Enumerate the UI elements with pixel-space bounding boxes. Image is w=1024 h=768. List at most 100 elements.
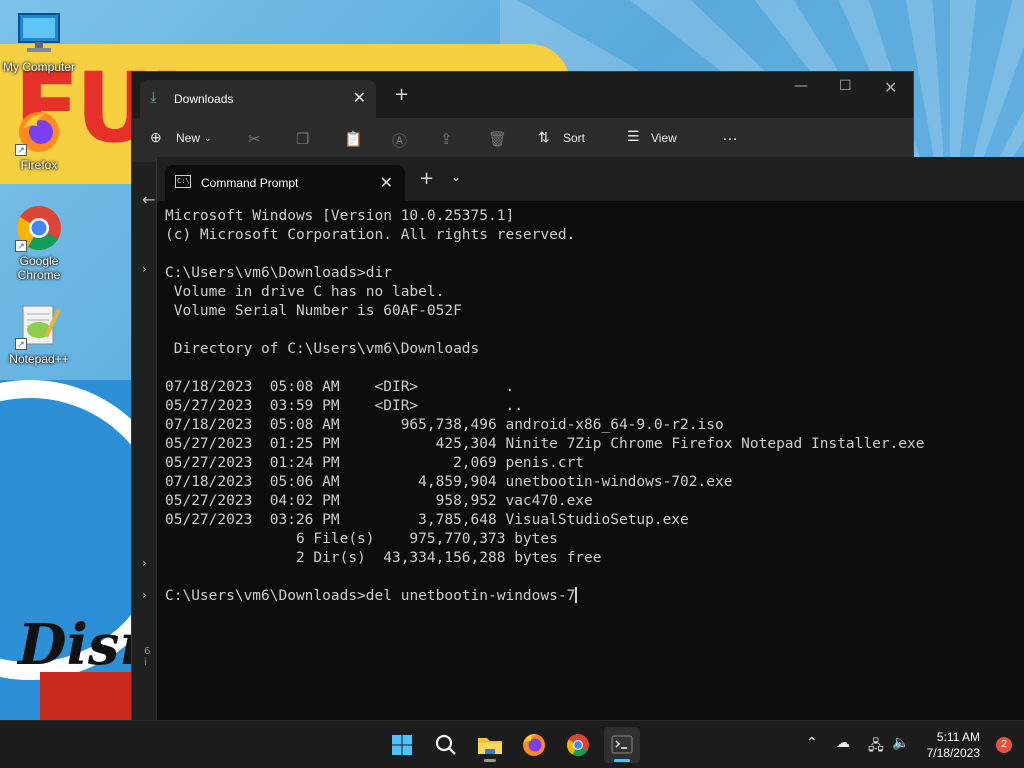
firefox-icon	[523, 734, 545, 756]
network-icon[interactable]: 🖧	[868, 735, 884, 759]
minimize-button[interactable]: —	[794, 78, 808, 94]
desktop-icon-chrome[interactable]: ↗ Google Chrome	[1, 204, 77, 282]
explorer-tab-bar: ⤓ Downloads ✕ + — ☐ ✕	[132, 72, 913, 118]
cut-icon[interactable]: ✂	[248, 130, 261, 148]
back-arrow-icon[interactable]: ←	[142, 190, 155, 209]
terminal-line: Microsoft Windows [Version 10.0.25375.1]	[165, 208, 515, 224]
view-icon: ☰	[627, 128, 640, 144]
taskbar-file-explorer[interactable]	[472, 727, 508, 763]
shortcut-arrow-icon: ↗	[15, 240, 27, 252]
terminal-input-line[interactable]: C:\Users\vm6\Downloads>del unetbootin-wi…	[165, 587, 1024, 606]
terminal-tab-bar: C:\ Command Prompt ✕ + ⌄	[157, 157, 1024, 201]
chevron-down-icon[interactable]: ⌄	[451, 170, 461, 184]
paste-icon[interactable]: 📋	[344, 130, 363, 148]
chevron-up-icon[interactable]: ⌃	[806, 735, 818, 751]
chrome-icon: ↗	[15, 204, 63, 252]
close-icon[interactable]: ✕	[353, 88, 366, 108]
running-indicator	[484, 759, 496, 762]
new-tab-button[interactable]: +	[419, 168, 434, 189]
terminal-window: C:\ Command Prompt ✕ + ⌄ Microsoft Windo…	[156, 157, 1024, 720]
share-icon[interactable]: ⇪	[440, 130, 453, 148]
download-icon: ⤓	[150, 89, 157, 106]
terminal-line: 07/18/2023 05:08 AM 965,738,496 android-…	[165, 417, 724, 433]
clock-date: 7/18/2023	[926, 746, 980, 760]
rename-icon[interactable]: Ⓐ	[392, 130, 407, 151]
terminal-tab-command-prompt[interactable]: C:\ Command Prompt ✕	[165, 165, 405, 201]
more-options-button[interactable]: …	[722, 127, 738, 145]
delete-icon[interactable]: 🗑	[488, 130, 507, 148]
terminal-line: Directory of C:\Users\vm6\Downloads	[165, 341, 480, 357]
windows-icon	[392, 735, 412, 755]
terminal-icon	[611, 735, 633, 754]
folder-icon	[478, 738, 502, 754]
terminal-line: C:\Users\vm6\Downloads>dir	[165, 265, 392, 281]
chevron-right-icon[interactable]: ›	[142, 588, 147, 602]
terminal-line: 05/27/2023 03:59 PM <DIR> ..	[165, 398, 523, 414]
close-icon[interactable]: ✕	[380, 173, 393, 193]
desktop-icon-label: Google Chrome	[17, 254, 61, 282]
search-icon	[435, 734, 456, 755]
terminal-line: 07/18/2023 05:08 AM <DIR> .	[165, 379, 515, 395]
explorer-tab-downloads[interactable]: ⤓ Downloads ✕	[140, 80, 376, 118]
chrome-icon	[567, 734, 589, 756]
terminal-line: 05/27/2023 04:02 PM 958,952 vac470.exe	[165, 493, 593, 509]
terminal-line: (c) Microsoft Corporation. All rights re…	[165, 227, 576, 243]
shortcut-arrow-icon: ↗	[15, 144, 27, 156]
terminal-line: 2 Dir(s) 43,334,156,288 bytes free	[165, 550, 602, 566]
clock-time: 5:11 AM	[936, 730, 980, 744]
desktop-icon-notepadpp[interactable]: ↗ Notepad++	[1, 302, 77, 366]
terminal-line: 05/27/2023 01:25 PM 425,304 Ninite 7Zip …	[165, 436, 925, 452]
volume-icon[interactable]: 🔈	[892, 735, 909, 751]
terminal-line: Volume in drive C has no label.	[165, 284, 445, 300]
desktop-icon-label: My Computer	[2, 60, 76, 74]
explorer-nav-pane: ← › › › 6 i	[132, 162, 156, 720]
explorer-tab-title: Downloads	[174, 92, 234, 106]
taskbar-clock[interactable]: 5:11 AM 7/18/2023	[927, 729, 980, 761]
status-fragment: 6 i	[144, 646, 151, 668]
chevron-right-icon[interactable]: ›	[142, 556, 147, 570]
plus-circle-icon: ⊕	[150, 129, 162, 145]
sort-button[interactable]: Sort	[563, 131, 585, 145]
maximize-button[interactable]: ☐	[839, 78, 852, 94]
desktop-icon-label: Notepad++	[9, 352, 69, 366]
terminal-line: Volume Serial Number is 60AF-052F	[165, 303, 462, 319]
desktop-icon-my-computer[interactable]: My Computer	[1, 10, 77, 74]
sort-icon: ⇅	[538, 129, 550, 145]
text-cursor	[575, 587, 578, 603]
monitor-icon	[15, 10, 63, 58]
active-indicator	[614, 759, 630, 762]
terminal-line: 05/27/2023 01:24 PM 2,069 penis.crt	[165, 455, 585, 471]
search-button[interactable]	[428, 727, 464, 763]
notification-badge[interactable]: 2	[996, 737, 1012, 753]
shortcut-arrow-icon: ↗	[15, 338, 27, 350]
start-button[interactable]	[384, 727, 420, 763]
firefox-icon: ↗	[15, 108, 63, 156]
terminal-output[interactable]: Microsoft Windows [Version 10.0.25375.1]…	[165, 207, 1024, 720]
chevron-down-icon: ⌄	[204, 133, 212, 143]
taskbar-chrome[interactable]	[560, 727, 596, 763]
terminal-current-input[interactable]: del unetbootin-windows-7	[366, 588, 576, 604]
terminal-line: 07/18/2023 05:06 AM 4,859,904 unetbootin…	[165, 474, 733, 490]
terminal-lines: Microsoft Windows [Version 10.0.25375.1]…	[165, 207, 1024, 587]
new-button[interactable]: New	[176, 131, 200, 145]
chevron-right-icon[interactable]: ›	[142, 262, 147, 276]
window-close-button[interactable]: ✕	[884, 78, 897, 97]
terminal-prompt: C:\Users\vm6\Downloads>	[165, 588, 366, 604]
notepadpp-icon: ↗	[15, 302, 63, 350]
new-tab-button[interactable]: +	[394, 84, 409, 105]
terminal-line: 6 File(s) 975,770,373 bytes	[165, 531, 558, 547]
terminal-line: 05/27/2023 03:26 PM 3,785,648 VisualStud…	[165, 512, 689, 528]
taskbar-firefox[interactable]	[516, 727, 552, 763]
terminal-tab-title: Command Prompt	[201, 176, 299, 190]
view-button[interactable]: View	[651, 131, 677, 145]
copy-icon[interactable]: ❐	[296, 130, 309, 148]
desktop-icon-label: Firefox	[20, 158, 58, 172]
cloud-offline-icon[interactable]: ☁	[836, 735, 850, 751]
taskbar: ⌃ ☁ 🖧 🔈 5:11 AM 7/18/2023 2	[0, 720, 1024, 768]
desktop-icon-firefox[interactable]: ↗ Firefox	[1, 108, 77, 172]
taskbar-terminal[interactable]	[604, 727, 640, 763]
